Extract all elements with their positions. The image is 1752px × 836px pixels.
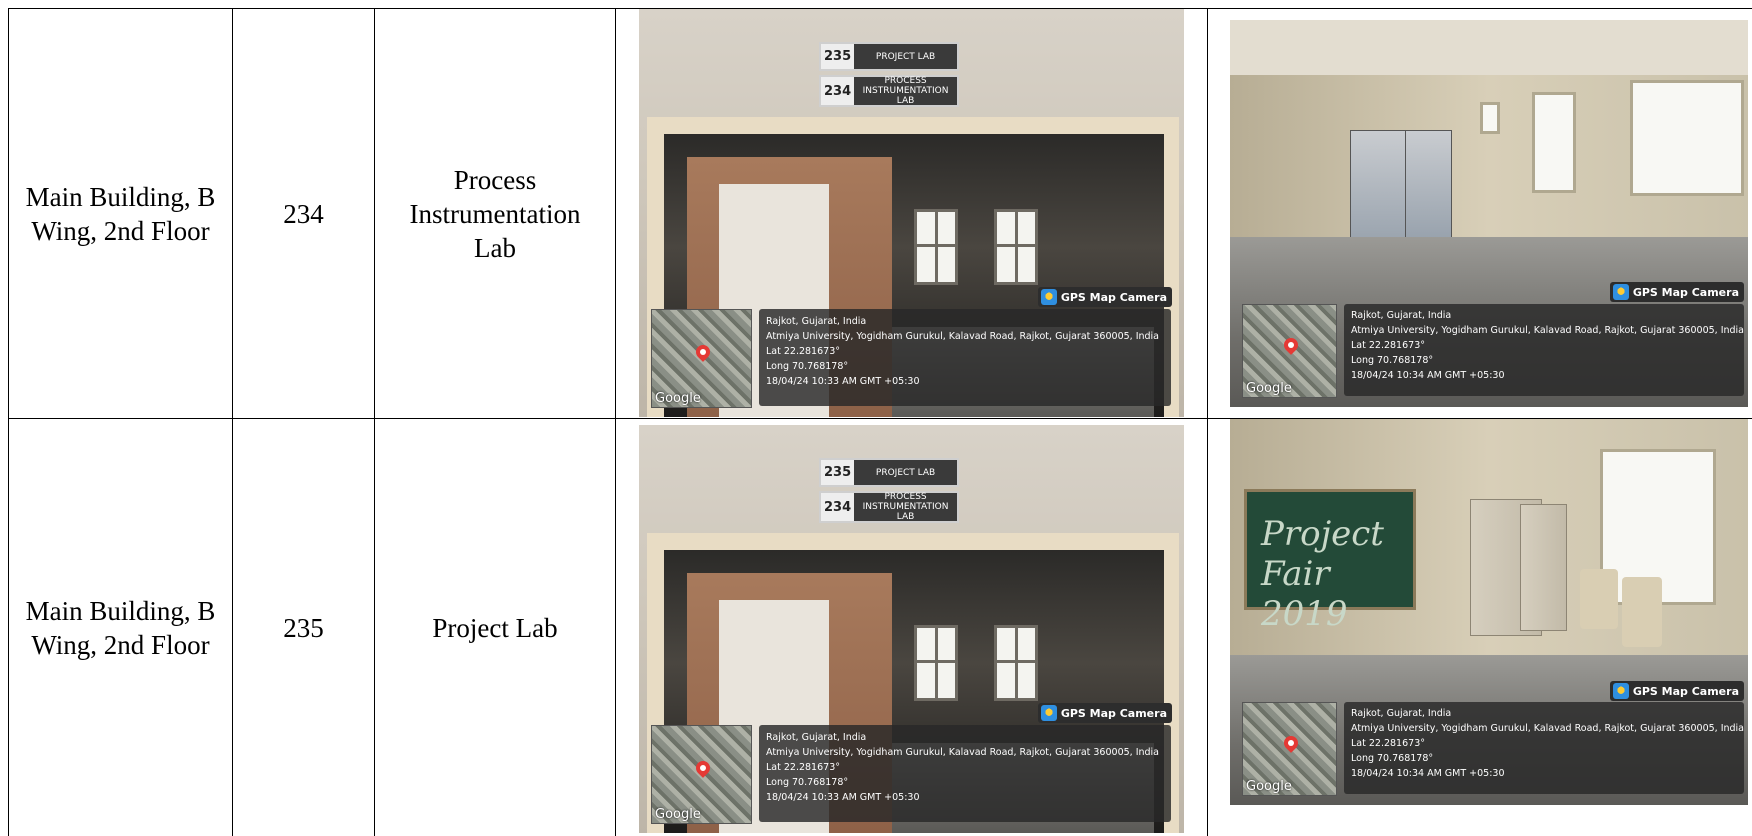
map-thumbnail: Google [1242,304,1337,398]
room-name-cell: Process Instrumentation Lab [375,9,615,418]
map-thumbnail: Google [651,309,752,408]
gps-info-text: Rajkot, Gujarat, India Atmiya University… [1351,310,1745,381]
door-photo: 235 PROJECT LAB 234 PROCESS INSTRUMENTATIO… [639,425,1184,833]
gps-camera-icon [1612,683,1629,699]
map-thumbnail: Google [1242,702,1337,796]
map-pin-icon [1281,335,1301,356]
building-cell: Main Building, B Wing, 2nd Floor [25,595,216,660]
building-cell: Main Building, B Wing, 2nd Floor [25,181,216,246]
google-logo: Google [655,807,701,822]
sign-plate: 235 PROJECT LAB [819,458,959,487]
map-pin-icon [692,758,713,778]
map-thumbnail: Google [651,725,752,824]
col-border [615,8,616,836]
map-pin-icon [692,342,713,362]
google-logo: Google [1246,381,1292,396]
gps-map-camera-badge: GPS Map Camera [1609,282,1744,302]
table-row: Main Building, B Wing, 2nd Floor [9,9,232,418]
sign-plate: 234 PROCESS INSTRUMENTATION LAB [819,491,959,523]
room-name: Project Lab [432,612,558,643]
sign-plate: 235 PROJECT LAB [819,42,959,71]
rooms-table: Main Building, B Wing, 2nd Floor 234 Pro… [0,0,1752,836]
gps-camera-icon [1040,705,1057,721]
room-number-cell: 234 [233,9,374,418]
room-name: Process Instrumentation Lab [409,164,581,263]
room-number: 235 [283,612,324,643]
table-row: Main Building, B Wing, 2nd Floor [9,419,232,836]
gps-map-camera-badge: GPS Map Camera [1037,703,1172,723]
gps-map-camera-badge: GPS Map Camera [1037,287,1172,307]
google-logo: Google [1246,779,1292,794]
gps-info-text: Rajkot, Gujarat, India Atmiya University… [1351,708,1745,779]
col-border [1207,8,1208,836]
map-pin-icon [1281,733,1301,754]
sign-plate: 234 PROCESS INSTRUMENTATION LAB [819,75,959,107]
google-logo: Google [655,391,701,406]
gps-camera-icon [1612,284,1629,300]
gps-camera-icon [1040,289,1057,305]
lab-interior-photo: Project Fair 2019 GPS Map Camera Google … [1230,419,1748,805]
gps-map-camera-badge: GPS Map Camera [1609,681,1744,701]
gps-info-text: Rajkot, Gujarat, India Atmiya University… [766,732,1160,803]
door-photo: 235 PROJECT LAB 234 PROCESS INSTRUMENTATIO… [639,9,1184,417]
room-name-cell: Project Lab [375,419,615,836]
lab-interior-photo: GPS Map Camera Google Rajkot, Gujarat, I… [1230,20,1748,407]
gps-info-text: Rajkot, Gujarat, India Atmiya University… [766,316,1160,387]
room-number: 234 [283,198,324,229]
chalkboard: Project Fair 2019 [1244,489,1416,634]
room-number-cell: 235 [233,419,374,836]
